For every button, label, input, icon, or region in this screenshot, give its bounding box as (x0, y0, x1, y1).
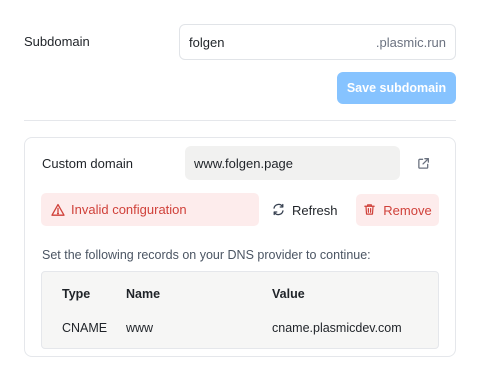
subdomain-label: Subdomain (24, 34, 90, 49)
external-link-icon[interactable] (415, 155, 431, 171)
custom-domain-label: Custom domain (42, 156, 134, 171)
refresh-button[interactable]: Refresh (272, 197, 338, 223)
table-row: CNAME www cname.plasmicdev.com (42, 321, 438, 337)
warning-triangle-icon (51, 203, 65, 217)
refresh-label: Refresh (292, 202, 338, 218)
table-header-row: Type Name Value (42, 287, 438, 303)
record-name: www (126, 321, 154, 335)
dns-records-table: Type Name Value CNAME www cname.plasmicd… (41, 271, 439, 349)
section-divider (24, 120, 456, 121)
trash-icon (363, 203, 377, 217)
subdomain-value[interactable]: folgen (189, 35, 376, 50)
subdomain-input[interactable]: folgen .plasmic.run (179, 24, 456, 60)
header-value: Value (272, 287, 305, 301)
refresh-icon (272, 203, 286, 217)
domain-settings-panel: Subdomain folgen .plasmic.run Save subdo… (0, 0, 480, 382)
custom-domain-value: www.folgen.page (194, 155, 294, 171)
invalid-configuration-alert: Invalid configuration (41, 193, 259, 226)
record-type: CNAME (62, 321, 108, 335)
header-name: Name (126, 287, 161, 301)
header-type: Type (62, 287, 91, 301)
dns-instructions: Set the following records on your DNS pr… (42, 248, 371, 262)
subdomain-suffix: .plasmic.run (375, 34, 446, 50)
record-value: cname.plasmicdev.com (272, 321, 402, 335)
remove-domain-button[interactable]: Remove (356, 194, 439, 226)
save-subdomain-button[interactable]: Save subdomain (337, 72, 456, 104)
remove-label: Remove (383, 202, 432, 218)
custom-domain-field[interactable]: www.folgen.page (185, 146, 400, 180)
custom-domain-card: Custom domain www.folgen.page Invalid co… (24, 137, 456, 357)
invalid-configuration-text: Invalid configuration (71, 202, 187, 217)
